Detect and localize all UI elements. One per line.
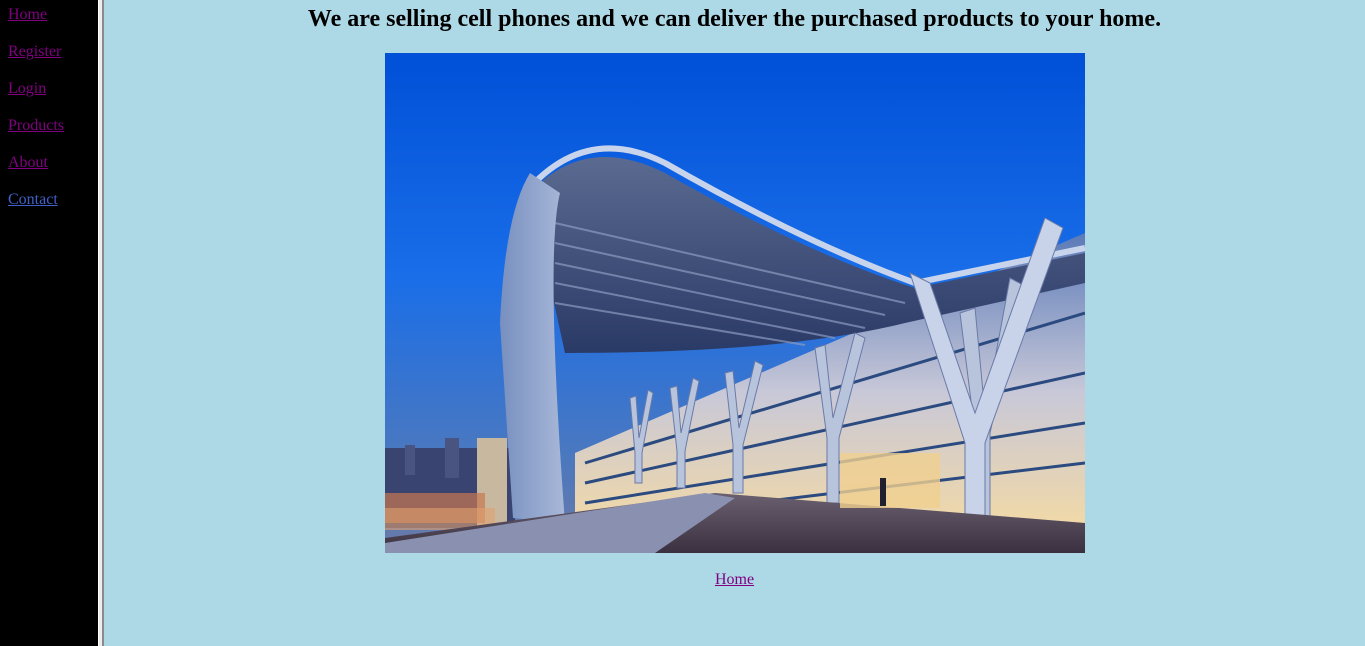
footer-home-link[interactable]: Home	[715, 571, 754, 588]
hero-image	[385, 53, 1085, 553]
nav-link-home[interactable]: Home	[8, 5, 98, 24]
nav-link-login[interactable]: Login	[8, 79, 98, 98]
footer: Home	[104, 570, 1365, 589]
nav-frame: Home Register Login Products About Conta…	[0, 0, 98, 646]
nav-link-register[interactable]: Register	[8, 42, 98, 61]
nav-link-about[interactable]: About	[8, 153, 98, 172]
nav-link-products[interactable]: Products	[8, 116, 98, 135]
page-heading: We are selling cell phones and we can de…	[307, 6, 1162, 32]
nav-link-contact[interactable]: Contact	[8, 190, 98, 209]
main-frame: We are selling cell phones and we can de…	[104, 0, 1365, 646]
